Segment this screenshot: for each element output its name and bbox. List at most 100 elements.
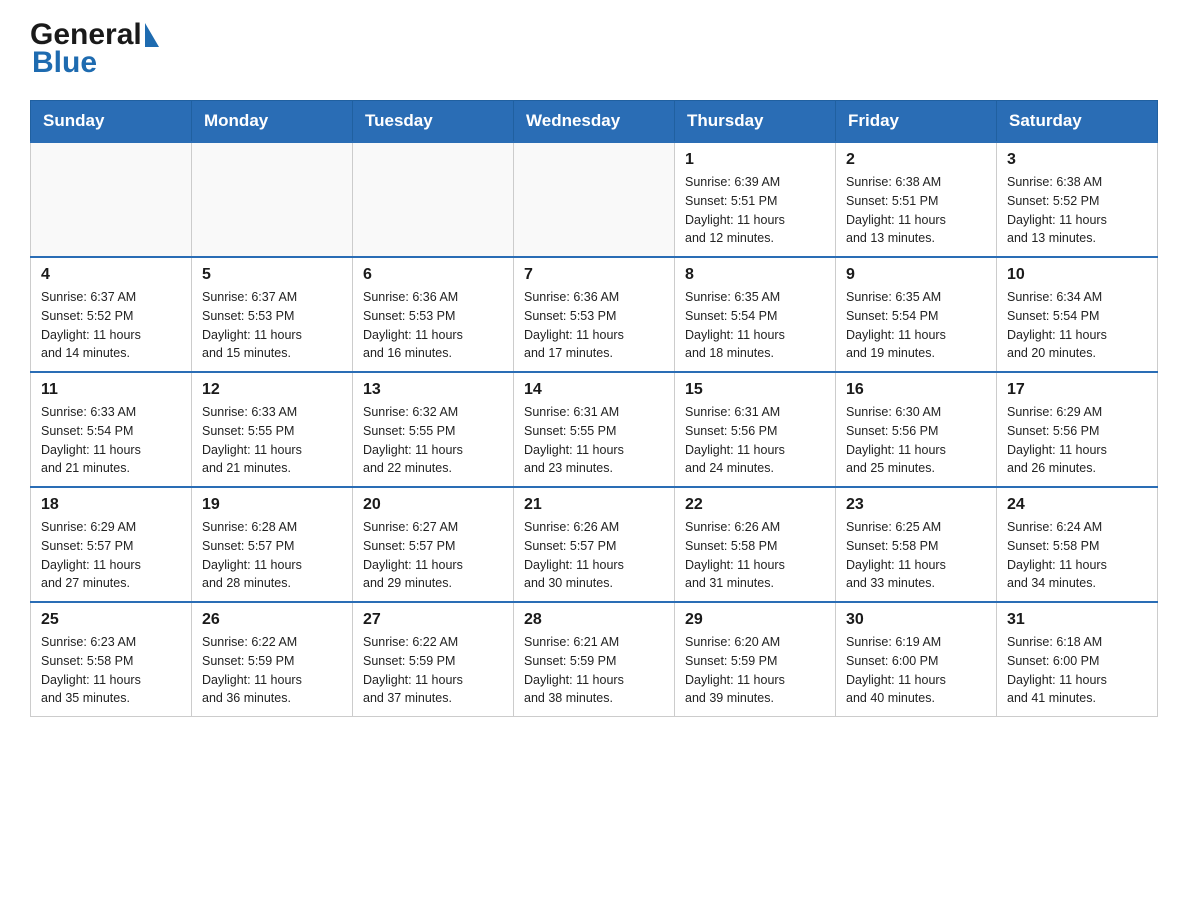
- day-number: 4: [41, 266, 181, 284]
- week-row-1: 1 Sunrise: 6:39 AMSunset: 5:51 PMDaylight…: [31, 142, 1158, 257]
- day-info: Sunrise: 6:33 AMSunset: 5:54 PMDaylight:…: [41, 403, 181, 478]
- day-number: 30: [846, 611, 986, 629]
- day-number: 10: [1007, 266, 1147, 284]
- calendar-cell: 21 Sunrise: 6:26 AMSunset: 5:57 PMDayligh…: [514, 487, 675, 602]
- day-number: 23: [846, 496, 986, 514]
- calendar-cell: 29 Sunrise: 6:20 AMSunset: 5:59 PMDayligh…: [675, 602, 836, 717]
- day-number: 24: [1007, 496, 1147, 514]
- calendar-cell: [31, 142, 192, 257]
- day-info: Sunrise: 6:29 AMSunset: 5:57 PMDaylight:…: [41, 518, 181, 593]
- weekday-header-friday: Friday: [836, 101, 997, 143]
- day-info: Sunrise: 6:35 AMSunset: 5:54 PMDaylight:…: [846, 288, 986, 363]
- logo-blue-text: Blue: [32, 46, 97, 79]
- day-number: 12: [202, 381, 342, 399]
- day-info: Sunrise: 6:39 AMSunset: 5:51 PMDaylight:…: [685, 173, 825, 248]
- day-info: Sunrise: 6:19 AMSunset: 6:00 PMDaylight:…: [846, 633, 986, 708]
- page-header: General Blue: [30, 20, 1158, 80]
- weekday-header-sunday: Sunday: [31, 101, 192, 143]
- day-number: 2: [846, 151, 986, 169]
- day-number: 27: [363, 611, 503, 629]
- calendar-cell: [353, 142, 514, 257]
- weekday-header-saturday: Saturday: [997, 101, 1158, 143]
- day-info: Sunrise: 6:34 AMSunset: 5:54 PMDaylight:…: [1007, 288, 1147, 363]
- week-row-4: 18Sunrise: 6:29 AMSunset: 5:57 PMDayligh…: [31, 487, 1158, 602]
- calendar-cell: 11 Sunrise: 6:33 AMSunset: 5:54 PMDayligh…: [31, 372, 192, 487]
- day-info: Sunrise: 6:32 AMSunset: 5:55 PMDaylight:…: [363, 403, 503, 478]
- day-number: 19: [202, 496, 342, 514]
- logo-triangle-icon: [145, 23, 159, 47]
- day-info: Sunrise: 6:33 AMSunset: 5:55 PMDaylight:…: [202, 403, 342, 478]
- calendar-cell: 27 Sunrise: 6:22 AMSunset: 5:59 PMDayligh…: [353, 602, 514, 717]
- day-number: 14: [524, 381, 664, 399]
- calendar-cell: 1 Sunrise: 6:39 AMSunset: 5:51 PMDaylight…: [675, 142, 836, 257]
- week-row-2: 4 Sunrise: 6:37 AMSunset: 5:52 PMDaylight…: [31, 257, 1158, 372]
- day-info: Sunrise: 6:18 AMSunset: 6:00 PMDaylight:…: [1007, 633, 1147, 708]
- day-info: Sunrise: 6:21 AMSunset: 5:59 PMDaylight:…: [524, 633, 664, 708]
- calendar-cell: 23 Sunrise: 6:25 AMSunset: 5:58 PMDayligh…: [836, 487, 997, 602]
- weekday-header-tuesday: Tuesday: [353, 101, 514, 143]
- calendar-table: SundayMondayTuesdayWednesdayThursdayFrid…: [30, 100, 1158, 717]
- calendar-cell: 2 Sunrise: 6:38 AMSunset: 5:51 PMDaylight…: [836, 142, 997, 257]
- weekday-header-monday: Monday: [192, 101, 353, 143]
- calendar-cell: 24 Sunrise: 6:24 AMSunset: 5:58 PMDayligh…: [997, 487, 1158, 602]
- calendar-cell: 30 Sunrise: 6:19 AMSunset: 6:00 PMDayligh…: [836, 602, 997, 717]
- calendar-cell: 20Sunrise: 6:27 AMSunset: 5:57 PMDayligh…: [353, 487, 514, 602]
- day-info: Sunrise: 6:22 AMSunset: 5:59 PMDaylight:…: [202, 633, 342, 708]
- day-number: 22: [685, 496, 825, 514]
- logo: General Blue: [30, 20, 159, 80]
- day-info: Sunrise: 6:31 AMSunset: 5:56 PMDaylight:…: [685, 403, 825, 478]
- day-number: 17: [1007, 381, 1147, 399]
- day-info: Sunrise: 6:20 AMSunset: 5:59 PMDaylight:…: [685, 633, 825, 708]
- day-info: Sunrise: 6:26 AMSunset: 5:58 PMDaylight:…: [685, 518, 825, 593]
- day-info: Sunrise: 6:26 AMSunset: 5:57 PMDaylight:…: [524, 518, 664, 593]
- day-info: Sunrise: 6:36 AMSunset: 5:53 PMDaylight:…: [524, 288, 664, 363]
- calendar-cell: 10 Sunrise: 6:34 AMSunset: 5:54 PMDayligh…: [997, 257, 1158, 372]
- day-info: Sunrise: 6:38 AMSunset: 5:51 PMDaylight:…: [846, 173, 986, 248]
- weekday-header-wednesday: Wednesday: [514, 101, 675, 143]
- day-number: 8: [685, 266, 825, 284]
- calendar-cell: 9Sunrise: 6:35 AMSunset: 5:54 PMDaylight…: [836, 257, 997, 372]
- day-number: 29: [685, 611, 825, 629]
- calendar-cell: 25 Sunrise: 6:23 AMSunset: 5:58 PMDayligh…: [31, 602, 192, 717]
- week-row-5: 25 Sunrise: 6:23 AMSunset: 5:58 PMDayligh…: [31, 602, 1158, 717]
- day-info: Sunrise: 6:24 AMSunset: 5:58 PMDaylight:…: [1007, 518, 1147, 593]
- day-info: Sunrise: 6:31 AMSunset: 5:55 PMDaylight:…: [524, 403, 664, 478]
- calendar-cell: 4 Sunrise: 6:37 AMSunset: 5:52 PMDaylight…: [31, 257, 192, 372]
- day-number: 25: [41, 611, 181, 629]
- day-info: Sunrise: 6:23 AMSunset: 5:58 PMDaylight:…: [41, 633, 181, 708]
- calendar-cell: [514, 142, 675, 257]
- day-info: Sunrise: 6:25 AMSunset: 5:58 PMDaylight:…: [846, 518, 986, 593]
- calendar-cell: 3Sunrise: 6:38 AMSunset: 5:52 PMDaylight…: [997, 142, 1158, 257]
- day-number: 13: [363, 381, 503, 399]
- day-info: Sunrise: 6:29 AMSunset: 5:56 PMDaylight:…: [1007, 403, 1147, 478]
- day-number: 11: [41, 381, 181, 399]
- calendar-cell: 26Sunrise: 6:22 AMSunset: 5:59 PMDayligh…: [192, 602, 353, 717]
- day-number: 5: [202, 266, 342, 284]
- day-info: Sunrise: 6:27 AMSunset: 5:57 PMDaylight:…: [363, 518, 503, 593]
- day-info: Sunrise: 6:30 AMSunset: 5:56 PMDaylight:…: [846, 403, 986, 478]
- day-info: Sunrise: 6:28 AMSunset: 5:57 PMDaylight:…: [202, 518, 342, 593]
- calendar-cell: 14 Sunrise: 6:31 AMSunset: 5:55 PMDayligh…: [514, 372, 675, 487]
- day-number: 31: [1007, 611, 1147, 629]
- day-number: 21: [524, 496, 664, 514]
- day-info: Sunrise: 6:37 AMSunset: 5:52 PMDaylight:…: [41, 288, 181, 363]
- day-number: 28: [524, 611, 664, 629]
- calendar-cell: 7 Sunrise: 6:36 AMSunset: 5:53 PMDaylight…: [514, 257, 675, 372]
- weekday-header-thursday: Thursday: [675, 101, 836, 143]
- day-info: Sunrise: 6:22 AMSunset: 5:59 PMDaylight:…: [363, 633, 503, 708]
- calendar-cell: 6Sunrise: 6:36 AMSunset: 5:53 PMDaylight…: [353, 257, 514, 372]
- calendar-cell: 13 Sunrise: 6:32 AMSunset: 5:55 PMDayligh…: [353, 372, 514, 487]
- day-info: Sunrise: 6:36 AMSunset: 5:53 PMDaylight:…: [363, 288, 503, 363]
- day-number: 1: [685, 151, 825, 169]
- day-number: 16: [846, 381, 986, 399]
- calendar-cell: 15 Sunrise: 6:31 AMSunset: 5:56 PMDayligh…: [675, 372, 836, 487]
- day-number: 15: [685, 381, 825, 399]
- calendar-cell: 19 Sunrise: 6:28 AMSunset: 5:57 PMDayligh…: [192, 487, 353, 602]
- calendar-cell: 5Sunrise: 6:37 AMSunset: 5:53 PMDaylight…: [192, 257, 353, 372]
- calendar-cell: 17 Sunrise: 6:29 AMSunset: 5:56 PMDayligh…: [997, 372, 1158, 487]
- calendar-cell: 22 Sunrise: 6:26 AMSunset: 5:58 PMDayligh…: [675, 487, 836, 602]
- weekday-header-row: SundayMondayTuesdayWednesdayThursdayFrid…: [31, 101, 1158, 143]
- calendar-cell: 16 Sunrise: 6:30 AMSunset: 5:56 PMDayligh…: [836, 372, 997, 487]
- day-number: 7: [524, 266, 664, 284]
- calendar-cell: 8Sunrise: 6:35 AMSunset: 5:54 PMDaylight…: [675, 257, 836, 372]
